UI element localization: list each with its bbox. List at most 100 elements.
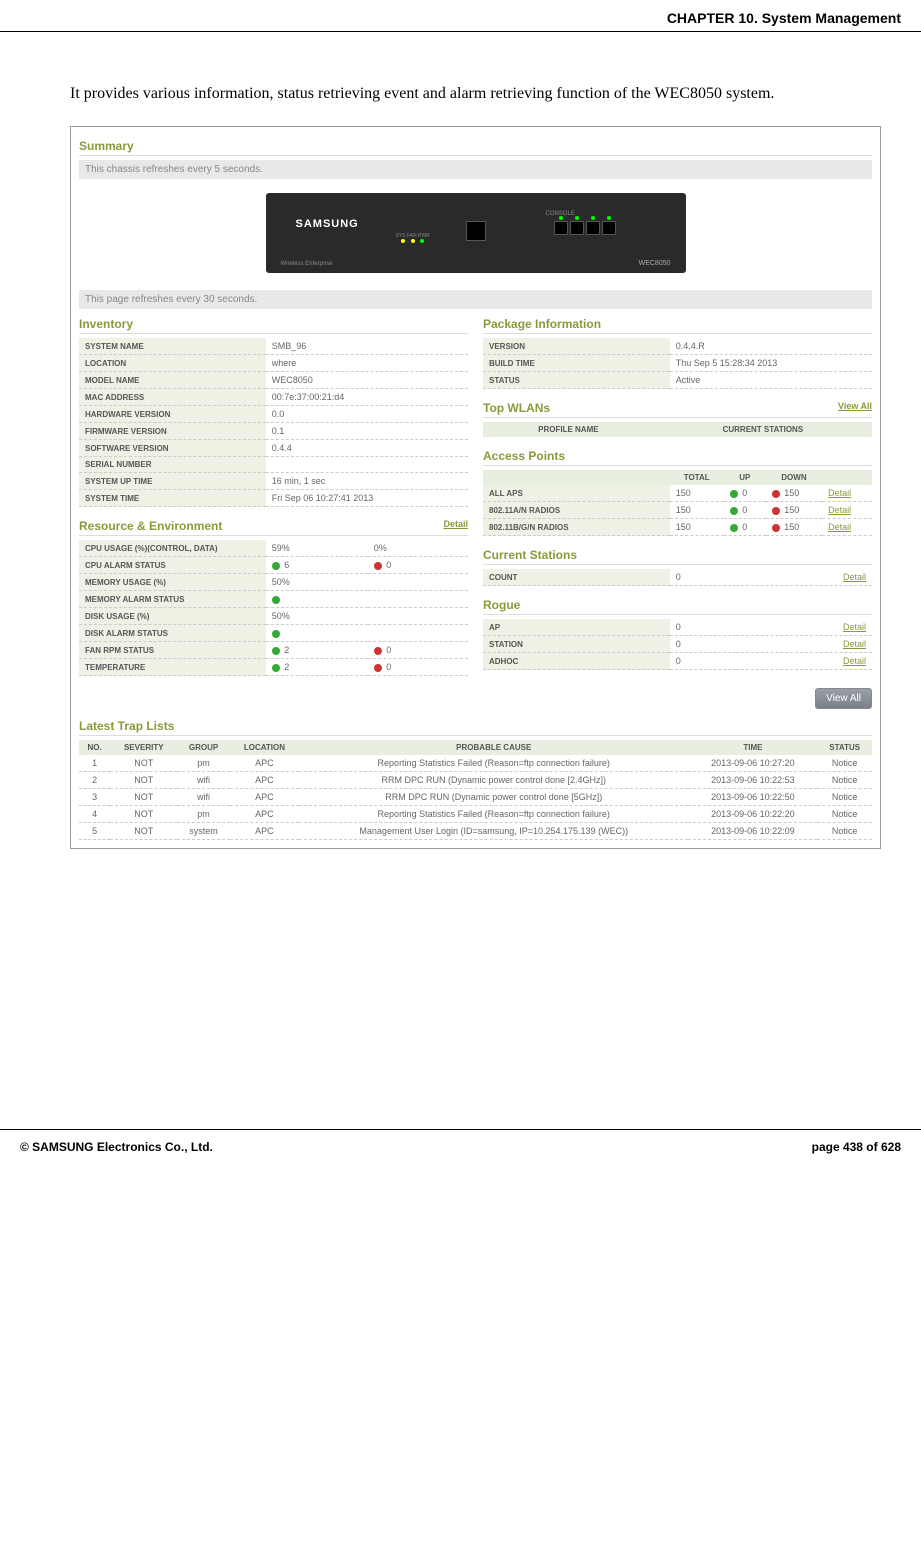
pkg-value: Thu Sep 5 15:28:34 2013 xyxy=(670,355,872,372)
inv-label: SOFTWARE VERSION xyxy=(79,440,266,457)
inv-label: HARDWARE VERSION xyxy=(79,406,266,423)
res-label: DISK ALARM STATUS xyxy=(79,625,266,642)
res-v2 xyxy=(368,574,468,591)
trap-grp: pm xyxy=(177,755,230,772)
topwlans-table: PROFILE NAMECURRENT STATIONS xyxy=(483,422,872,437)
trap-loc: APC xyxy=(230,806,299,823)
pkg-label: BUILD TIME xyxy=(483,355,670,372)
res-v1: 6 xyxy=(266,557,368,574)
res-v2: 0 xyxy=(368,557,468,574)
res-v1: 50% xyxy=(266,574,368,591)
res-label: FAN RPM STATUS xyxy=(79,642,266,659)
inv-label: SYSTEM NAME xyxy=(79,338,266,355)
package-heading: Package Information xyxy=(483,317,872,334)
pkg-value: Active xyxy=(670,372,872,389)
ap-col: UP xyxy=(724,470,766,485)
trap-col: STATUS xyxy=(817,740,872,755)
trap-time: 2013-09-06 10:22:09 xyxy=(688,823,817,840)
ap-heading: Access Points xyxy=(483,449,872,466)
inv-value: where xyxy=(266,355,468,372)
right-column: Package Information VERSION0.4.4.RBUILD … xyxy=(483,313,872,715)
inv-value: 00:7e:37:00:21:d4 xyxy=(266,389,468,406)
col-profile: PROFILE NAME xyxy=(483,422,654,437)
resource-heading-text: Resource & Environment xyxy=(79,519,222,533)
device-illustration: SAMSUNG Wireless Enterprise WEC8050 SYS … xyxy=(79,183,872,286)
ap-col xyxy=(483,470,670,485)
res-v2 xyxy=(368,591,468,608)
res-v2 xyxy=(368,608,468,625)
ap-down: 150 xyxy=(766,519,822,536)
trap-time: 2013-09-06 10:22:50 xyxy=(688,789,817,806)
trap-no: 4 xyxy=(79,806,110,823)
res-v2 xyxy=(368,625,468,642)
ap-link: Detail xyxy=(822,485,872,502)
inv-value xyxy=(266,457,468,473)
ap-total: 150 xyxy=(670,519,724,536)
detail-link[interactable]: Detail xyxy=(843,572,866,582)
ap-label: 802.11B/G/N RADIOS xyxy=(483,519,670,536)
detail-link[interactable]: Detail xyxy=(843,639,866,649)
ethernet-ports xyxy=(554,221,616,235)
pkg-label: STATUS xyxy=(483,372,670,389)
trap-col: TIME xyxy=(688,740,817,755)
view-all-button[interactable]: View All xyxy=(815,688,872,709)
detail-link[interactable]: Detail xyxy=(843,656,866,666)
rg-label: STATION xyxy=(483,636,670,653)
page-number: page 438 of 628 xyxy=(812,1140,901,1154)
res-v1: 2 xyxy=(266,659,368,676)
resource-table: CPU USAGE (%)(CONTROL, DATA)59%0%CPU ALA… xyxy=(79,540,468,676)
res-v1 xyxy=(266,591,368,608)
trap-time: 2013-09-06 10:27:20 xyxy=(688,755,817,772)
port-2 xyxy=(570,221,584,235)
trap-col: PROBABLE CAUSE xyxy=(299,740,688,755)
ap-col: DOWN xyxy=(766,470,822,485)
trap-status: Notice xyxy=(817,823,872,840)
trap-loc: APC xyxy=(230,789,299,806)
trap-grp: system xyxy=(177,823,230,840)
trap-col: GROUP xyxy=(177,740,230,755)
detail-link[interactable]: Detail xyxy=(828,522,851,532)
package-table: VERSION0.4.4.RBUILD TIMEThu Sep 5 15:28:… xyxy=(483,338,872,389)
trap-status: Notice xyxy=(817,806,872,823)
detail-link[interactable]: Detail xyxy=(843,622,866,632)
resource-detail-link[interactable]: Detail xyxy=(443,519,468,529)
trap-loc: APC xyxy=(230,823,299,840)
led-fan xyxy=(411,239,415,243)
detail-link[interactable]: Detail xyxy=(828,488,851,498)
stations-heading: Current Stations xyxy=(483,548,872,565)
rg-value: 0 xyxy=(670,619,736,636)
screenshot-frame: Summary This chassis refreshes every 5 s… xyxy=(70,126,881,849)
ap-label: ALL APS xyxy=(483,485,670,502)
chapter-title: CHAPTER 10. System Management xyxy=(667,10,901,26)
inv-value: 0.0 xyxy=(266,406,468,423)
topwlans-viewall-link[interactable]: View All xyxy=(838,401,872,411)
resource-heading: Resource & Environment Detail xyxy=(79,519,468,536)
trap-time: 2013-09-06 10:22:53 xyxy=(688,772,817,789)
trap-sev: NOT xyxy=(110,772,177,789)
body-paragraph: It provides various information, status … xyxy=(70,82,881,106)
traps-heading: Latest Trap Lists xyxy=(79,719,872,736)
page-footer: © SAMSUNG Electronics Co., Ltd. page 438… xyxy=(0,1129,921,1164)
trap-sev: NOT xyxy=(110,806,177,823)
refresh-5sec: This chassis refreshes every 5 seconds. xyxy=(79,160,872,179)
traps-table: NO.SEVERITYGROUPLOCATIONPROBABLE CAUSETI… xyxy=(79,740,872,840)
device-model: WEC8050 xyxy=(639,260,671,267)
rogue-table: AP0DetailSTATION0DetailADHOC0Detail xyxy=(483,619,872,670)
inv-value: 0.4.4 xyxy=(266,440,468,457)
inv-label: SERIAL NUMBER xyxy=(79,457,266,473)
ap-up: 0 xyxy=(724,519,766,536)
content-area: It provides various information, status … xyxy=(0,32,921,849)
led-sys xyxy=(401,239,405,243)
ap-up: 0 xyxy=(724,502,766,519)
rg-label: ADHOC xyxy=(483,653,670,670)
trap-sev: NOT xyxy=(110,823,177,840)
ap-label: 802.11A/N RADIOS xyxy=(483,502,670,519)
trap-grp: wifi xyxy=(177,789,230,806)
trap-grp: wifi xyxy=(177,772,230,789)
trap-grp: pm xyxy=(177,806,230,823)
trap-loc: APC xyxy=(230,772,299,789)
inventory-heading: Inventory xyxy=(79,317,468,334)
detail-link[interactable]: Detail xyxy=(828,505,851,515)
two-column-layout: Inventory SYSTEM NAMESMB_96LOCATIONwhere… xyxy=(79,313,872,715)
trap-status: Notice xyxy=(817,789,872,806)
